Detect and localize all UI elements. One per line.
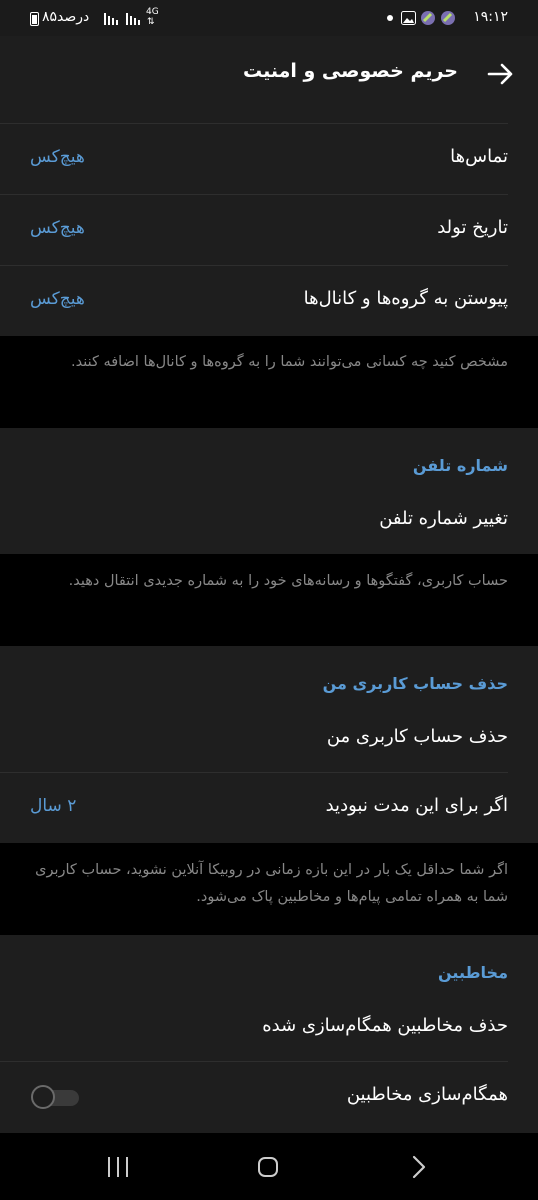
gallery-icon <box>401 11 416 25</box>
delete-synced-contacts-row[interactable]: حذف مخاطبین همگام‌سازی شده <box>0 1001 538 1061</box>
row-value: ۲ سال <box>30 796 77 816</box>
row-title: تماس‌ها <box>450 146 508 167</box>
data-arrows-icon: ⇅ <box>147 17 155 27</box>
system-nav-bar <box>0 1133 538 1200</box>
row-title: همگام‌سازی مخاطبین <box>346 1084 508 1105</box>
row-title: تغییر شماره تلفن <box>379 508 508 529</box>
groups-hint: مشخص کنید چه کسانی می‌توانند شما را به گ… <box>70 354 508 370</box>
status-time: ۱۹:۱۲ <box>473 9 508 25</box>
section-header-contacts: مخاطبین <box>438 963 508 982</box>
contacts-section: مخاطبین حذف مخاطبین همگام‌سازی شده همگام… <box>0 935 538 1133</box>
app-header: حریم خصوصی و امنیت <box>0 36 538 112</box>
sync-contacts-row[interactable]: همگام‌سازی مخاطبین <box>0 1062 538 1133</box>
row-title: حذف حساب کاربری من <box>326 726 508 747</box>
privacy-row-contacts[interactable]: تماس‌ها هیچ‌کس <box>0 124 538 195</box>
delete-account-row[interactable]: حذف حساب کاربری من <box>0 712 538 772</box>
back-nav-icon[interactable] <box>409 1155 429 1179</box>
delete-account-section: حذف حساب کاربری من حذف حساب کاربری من اگ… <box>0 646 538 843</box>
row-title: اگر برای این مدت نبودید <box>325 795 508 816</box>
section-header-phone: شماره تلفن <box>412 456 508 475</box>
row-title: حذف مخاطبین همگام‌سازی شده <box>262 1015 508 1036</box>
home-icon[interactable] <box>257 1156 279 1178</box>
battery-icon <box>30 12 39 26</box>
page-title: حریم خصوصی و امنیت <box>242 60 458 82</box>
privacy-list: تماس‌ها هیچ‌کس تاریخ تولد هیچ‌کس پیوستن … <box>0 112 538 336</box>
dot-indicator-icon <box>387 15 393 21</box>
recent-apps-icon[interactable] <box>106 1157 130 1177</box>
section-header-delete-account: حذف حساب کاربری من <box>322 674 508 693</box>
row-value: هیچ‌کس <box>30 289 85 309</box>
phone-hint: حساب کاربری، گفتگوها و رسانه‌های خود را … <box>68 573 508 589</box>
row-title: پیوستن به گروه‌ها و کانال‌ها <box>303 288 508 309</box>
app-notification-icon <box>440 10 456 26</box>
row-value: هیچ‌کس <box>30 218 85 238</box>
change-phone-row[interactable]: تغییر شماره تلفن <box>0 494 538 554</box>
network-type: 4G <box>146 7 159 17</box>
inactive-period-row[interactable]: اگر برای این مدت نبودید ۲ سال <box>0 773 538 843</box>
back-arrow-icon[interactable] <box>484 58 516 90</box>
row-title: تاریخ تولد <box>437 217 508 238</box>
delete-account-hint: اگر شما حداقل یک بار در این بازه زمانی د… <box>35 862 508 905</box>
sync-toggle[interactable] <box>31 1085 79 1111</box>
battery-text: ۸۵درصد <box>42 9 90 25</box>
privacy-row-birthday[interactable]: تاریخ تولد هیچ‌کس <box>0 195 538 265</box>
signal-icon <box>126 11 144 25</box>
signal-icon <box>104 11 122 25</box>
phone-section: شماره تلفن تغییر شماره تلفن <box>0 428 538 554</box>
status-bar: ۱۹:۱۲ ۸۵درصد 4G ⇅ <box>0 0 538 36</box>
privacy-row-groups[interactable]: پیوستن به گروه‌ها و کانال‌ها هیچ‌کس <box>0 266 538 336</box>
app-notification-icon <box>420 10 436 26</box>
row-value: هیچ‌کس <box>30 147 85 167</box>
